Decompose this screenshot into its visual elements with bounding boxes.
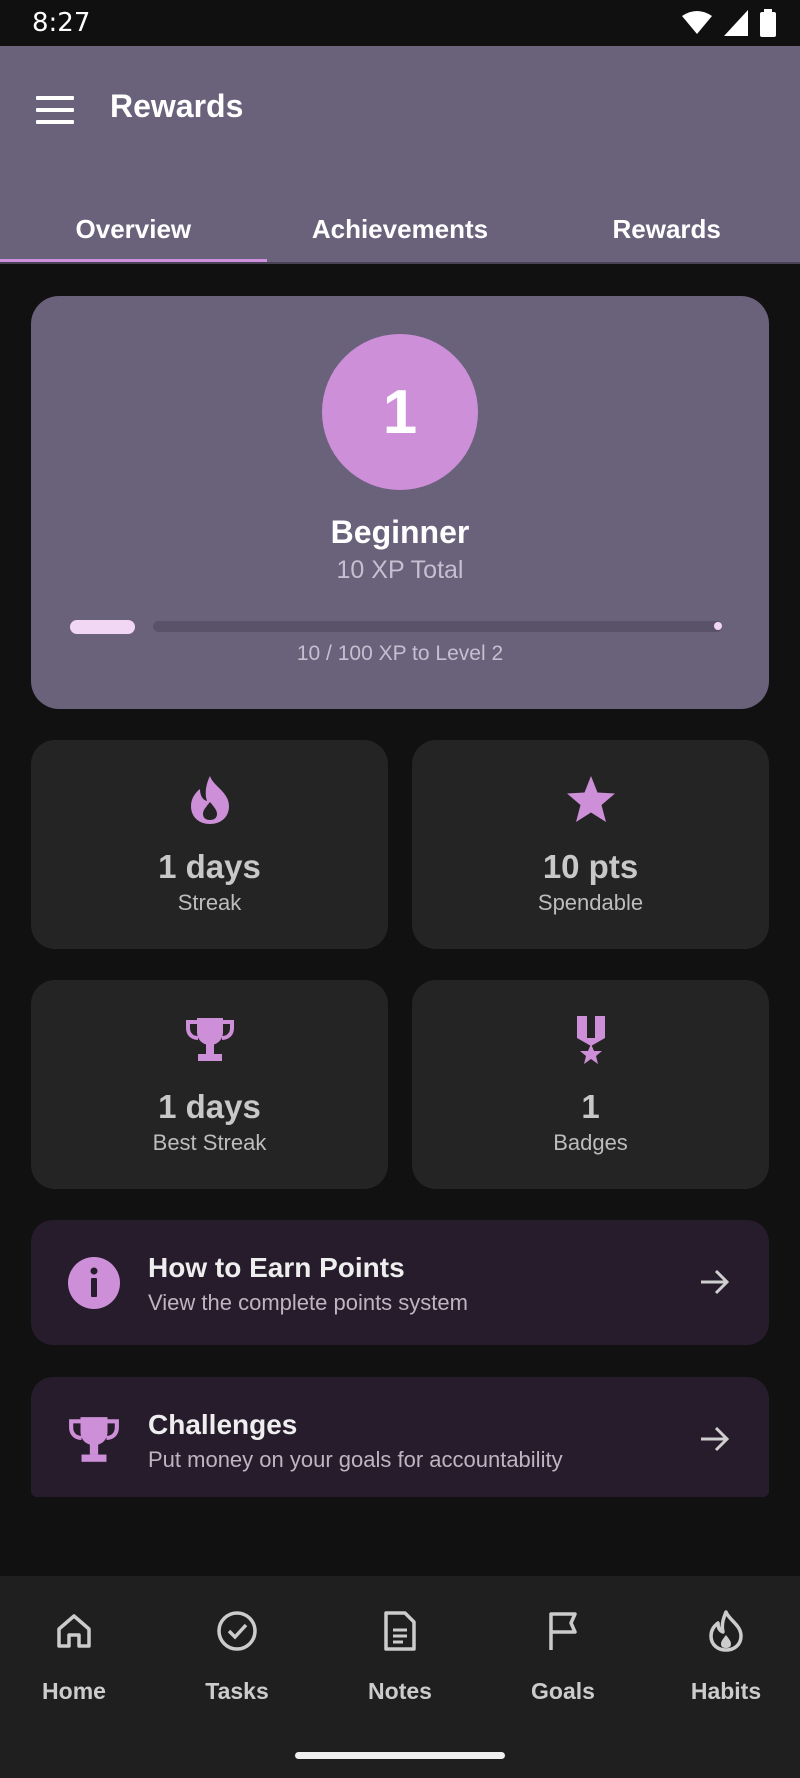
challenges-title: Challenges	[148, 1409, 298, 1440]
nav-tasks[interactable]: Tasks	[172, 1606, 302, 1705]
battery-icon	[760, 9, 776, 37]
challenges-subtitle: Put money on your goals for accountabili…	[148, 1447, 563, 1472]
trophy-icon	[185, 1018, 234, 1061]
streak-card: 1 days Streak	[31, 740, 388, 949]
best-streak-label: Best Streak	[152, 1130, 267, 1155]
wifi-icon	[682, 11, 712, 34]
nav-home-label: Home	[42, 1678, 106, 1704]
home-icon	[57, 1614, 91, 1648]
trophy-icon	[69, 1417, 119, 1462]
signal-icon	[724, 10, 748, 36]
status-icons	[682, 8, 776, 38]
info-icon	[68, 1257, 120, 1309]
tab-rewards[interactable]: Rewards	[533, 198, 800, 264]
xp-progress-bar	[70, 620, 722, 634]
flame-icon	[709, 1610, 743, 1652]
level-badge: 1	[322, 334, 478, 490]
arrow-right-icon	[701, 1269, 730, 1295]
badges-value: 1	[581, 1088, 600, 1125]
status-time: 8:27	[32, 8, 91, 38]
badges-label: Badges	[553, 1130, 628, 1155]
points-value: 10 pts	[542, 848, 639, 885]
nav-habits[interactable]: Habits	[661, 1606, 791, 1705]
badges-card: 1 Badges	[412, 980, 769, 1189]
medal-icon	[576, 1016, 605, 1064]
streak-value: 1 days	[158, 848, 261, 885]
nav-goals-label: Goals	[531, 1678, 595, 1704]
menu-icon[interactable]	[36, 96, 74, 126]
tab-bar: Overview Achievements Rewards	[0, 198, 800, 264]
bottom-nav: Home Tasks Notes Goals Habits	[0, 1576, 800, 1778]
app-bar: Rewards Overview Achievements Rewards	[0, 46, 800, 264]
star-icon	[566, 776, 615, 822]
tab-overview[interactable]: Overview	[0, 198, 267, 264]
xp-total: 10 XP Total	[336, 556, 464, 584]
page-title: Rewards	[110, 88, 244, 124]
how-to-earn-points-card[interactable]: How to Earn Points View the complete poi…	[31, 1220, 769, 1345]
flame-icon	[190, 776, 229, 824]
nav-tasks-label: Tasks	[205, 1678, 269, 1704]
points-label: Spendable	[537, 890, 644, 915]
status-bar: 8:27	[0, 0, 800, 46]
level-name: Beginner	[330, 514, 470, 550]
best-streak-card: 1 days Best Streak	[31, 980, 388, 1189]
best-streak-value: 1 days	[158, 1088, 261, 1125]
xp-progress-fill	[70, 620, 136, 634]
arrow-right-icon	[701, 1426, 730, 1452]
streak-label: Streak	[177, 890, 242, 915]
nav-goals[interactable]: Goals	[498, 1606, 628, 1705]
how-to-earn-subtitle: View the complete points system	[148, 1290, 468, 1315]
tab-achievements[interactable]: Achievements	[267, 198, 534, 264]
xp-progress-text: 10 / 100 XP to Level 2	[296, 642, 504, 665]
nav-habits-label: Habits	[690, 1678, 762, 1704]
nav-notes-label: Notes	[368, 1678, 432, 1704]
nav-home[interactable]: Home	[9, 1606, 139, 1705]
flag-icon	[549, 1612, 577, 1650]
nav-notes[interactable]: Notes	[335, 1606, 465, 1705]
challenges-card[interactable]: Challenges Put money on your goals for a…	[31, 1377, 769, 1497]
level-card: 1 Beginner 10 XP Total 10 / 100 XP to Le…	[31, 296, 769, 709]
home-indicator	[295, 1752, 505, 1759]
how-to-earn-title: How to Earn Points	[148, 1252, 405, 1283]
points-card: 10 pts Spendable	[412, 740, 769, 949]
check-circle-icon	[217, 1611, 257, 1651]
document-icon	[384, 1611, 416, 1651]
tab-divider	[0, 262, 800, 264]
